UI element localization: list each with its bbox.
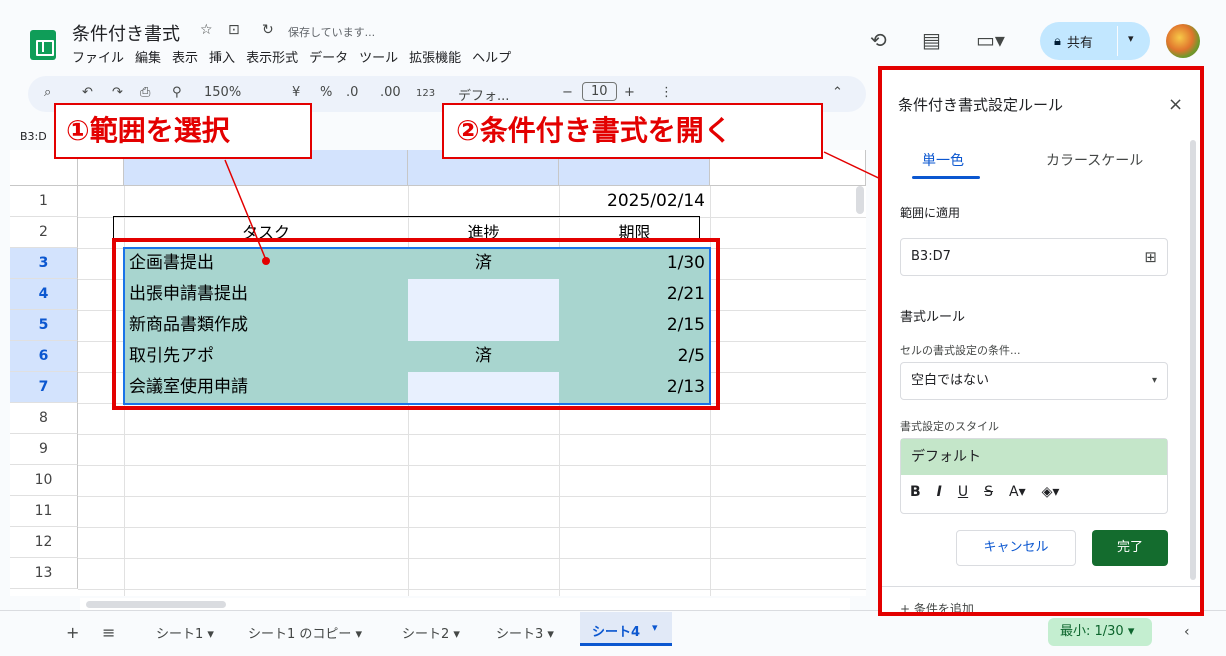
conditional-format-panel: 条件付き書式設定ルール × 単一色 カラースケール 範囲に適用 B3:D7 ⊞ … [878,66,1204,616]
decrease-decimal-button[interactable]: .0 [346,85,358,100]
paint-format-icon[interactable]: ⚲ [172,85,182,100]
format-style-toolbar: B I U S A▾ ◈▾ [910,484,1059,500]
sheet-tab[interactable]: シート2 ▾ [402,623,460,642]
menu-tools[interactable]: ツール [359,47,398,66]
menu-help[interactable]: ヘルプ [472,47,511,66]
comments-icon[interactable]: ▤ [922,28,941,52]
text-color-icon[interactable]: A▾ [1009,484,1026,500]
fill-color-icon[interactable]: ◈▾ [1042,484,1060,500]
panel-scrollbar[interactable] [1190,140,1196,580]
menu-extensions[interactable]: 拡張機能 [409,47,461,66]
menu-view[interactable]: 表示 [172,47,198,66]
avatar[interactable] [1166,24,1200,58]
number-format-button[interactable]: 123 [416,88,435,99]
row-header[interactable]: 5 [10,310,78,341]
share-label: 共有 [1066,35,1093,51]
sheet-tab-active[interactable]: シート4 ▾ [580,612,672,646]
sheet-tab[interactable]: シート3 ▾ [496,623,554,642]
row-header[interactable]: 10 [10,465,78,496]
row-header[interactable]: 11 [10,496,78,527]
table-header-border [113,216,700,238]
add-condition-link[interactable]: + 条件を追加 [900,600,974,612]
increase-decimal-button[interactable]: .00 [380,85,401,100]
close-icon[interactable]: × [1168,94,1183,115]
selection-summary[interactable]: 最小: 1/30 ▾ [1048,618,1152,646]
menu-edit[interactable]: 編集 [135,47,161,66]
row-header[interactable]: 8 [10,403,78,434]
underline-icon[interactable]: U [958,484,968,500]
menu-data[interactable]: データ [309,47,348,66]
style-label: 書式設定のスタイル [900,420,999,433]
row-header[interactable]: 3 [10,248,78,279]
sheet-tab-menu-icon[interactable]: ▾ [652,621,658,634]
callout-select-range: ①範囲を選択 [54,103,312,159]
format-rules-label: 書式ルール [900,310,966,325]
name-box[interactable]: B3:D [20,130,47,143]
panel-title: 条件付き書式設定ルール [898,96,1064,114]
row-header[interactable]: 9 [10,434,78,465]
font-size-increase-icon[interactable]: + [624,85,635,100]
row-header[interactable]: 1 [10,186,78,217]
document-title[interactable]: 条件付き書式 [72,20,180,46]
menu-insert[interactable]: 挿入 [209,47,235,66]
italic-icon[interactable]: I [937,484,942,500]
more-icon[interactable]: ⋮ [660,85,673,100]
row-header[interactable]: 6 [10,341,78,372]
all-sheets-icon[interactable]: ≡ [102,623,115,642]
side-panel-toggle-icon[interactable]: ‹ [1184,624,1190,640]
row-header[interactable]: 2 [10,217,78,248]
font-select[interactable]: デフォ... [458,85,509,104]
history-icon[interactable]: ⟲ [870,28,887,52]
menu-bar: ファイル 編集 表示 挿入 表示形式 データ ツール 拡張機能 ヘルプ [72,47,511,66]
sheets-logo-icon[interactable] [30,30,56,60]
collapse-toolbar-icon[interactable]: ⌃ [832,85,843,100]
menu-file[interactable]: ファイル [72,47,124,66]
search-icon[interactable]: ⌕ [44,85,51,100]
sync-icon: ↻ [262,22,274,38]
sheet-tab[interactable]: シート1 ▾ [156,623,214,642]
chevron-down-icon: ▾ [1151,375,1157,386]
vertical-scrollbar[interactable] [856,186,864,214]
row-header[interactable]: 7 [10,372,78,403]
redo-icon[interactable]: ↷ [112,85,123,100]
condition-select[interactable]: 空白ではない ▾ [900,362,1168,400]
share-dropdown-icon[interactable]: ▾ [1128,32,1134,45]
range-highlight [112,238,720,410]
font-size-decrease-icon[interactable]: − [562,85,573,100]
tab-color-scale[interactable]: カラースケール [1046,150,1143,170]
move-folder-icon[interactable]: ⊡ [228,22,240,38]
lock-icon: 🔒︎ [1054,33,1061,49]
condition-label: セルの書式設定の条件... [900,344,1021,357]
menu-format[interactable]: 表示形式 [246,47,298,66]
row-header[interactable]: 12 [10,527,78,558]
row-header[interactable]: 13 [10,558,78,589]
strikethrough-icon[interactable]: S [984,484,993,500]
undo-icon[interactable]: ↶ [82,85,93,100]
sheet-tab[interactable]: シート1 のコピー ▾ [248,623,362,642]
done-button[interactable]: 完了 [1092,530,1168,566]
bold-icon[interactable]: B [910,484,921,500]
grid-select-icon[interactable]: ⊞ [1144,239,1157,275]
row-header[interactable]: 4 [10,279,78,310]
callout-open-conditional-format: ②条件付き書式を開く [442,103,823,159]
save-status: 保存しています... [288,26,376,39]
font-size-input[interactable]: 10 [582,82,617,101]
meet-icon[interactable]: ▭▾ [976,28,1005,52]
tab-single-color[interactable]: 単一色 [922,150,964,170]
active-tab-indicator [912,176,980,179]
date-cell[interactable]: 2025/02/14 [559,186,710,217]
add-sheet-icon[interactable]: + [66,623,79,642]
range-input[interactable]: B3:D7 ⊞ [900,238,1168,276]
range-label: 範囲に適用 [900,206,961,220]
percent-button[interactable]: % [320,85,332,100]
share-button[interactable]: 🔒︎ 共有 ▾ [1040,22,1150,60]
star-icon[interactable]: ☆ [200,22,213,38]
horizontal-scrollbar[interactable] [86,601,226,608]
currency-button[interactable]: ¥ [292,85,300,100]
zoom-select[interactable]: 150% [204,85,241,100]
print-icon[interactable]: ⎙ [140,85,150,100]
cancel-button[interactable]: キャンセル [956,530,1076,566]
style-preview[interactable]: デフォルト [901,439,1167,475]
